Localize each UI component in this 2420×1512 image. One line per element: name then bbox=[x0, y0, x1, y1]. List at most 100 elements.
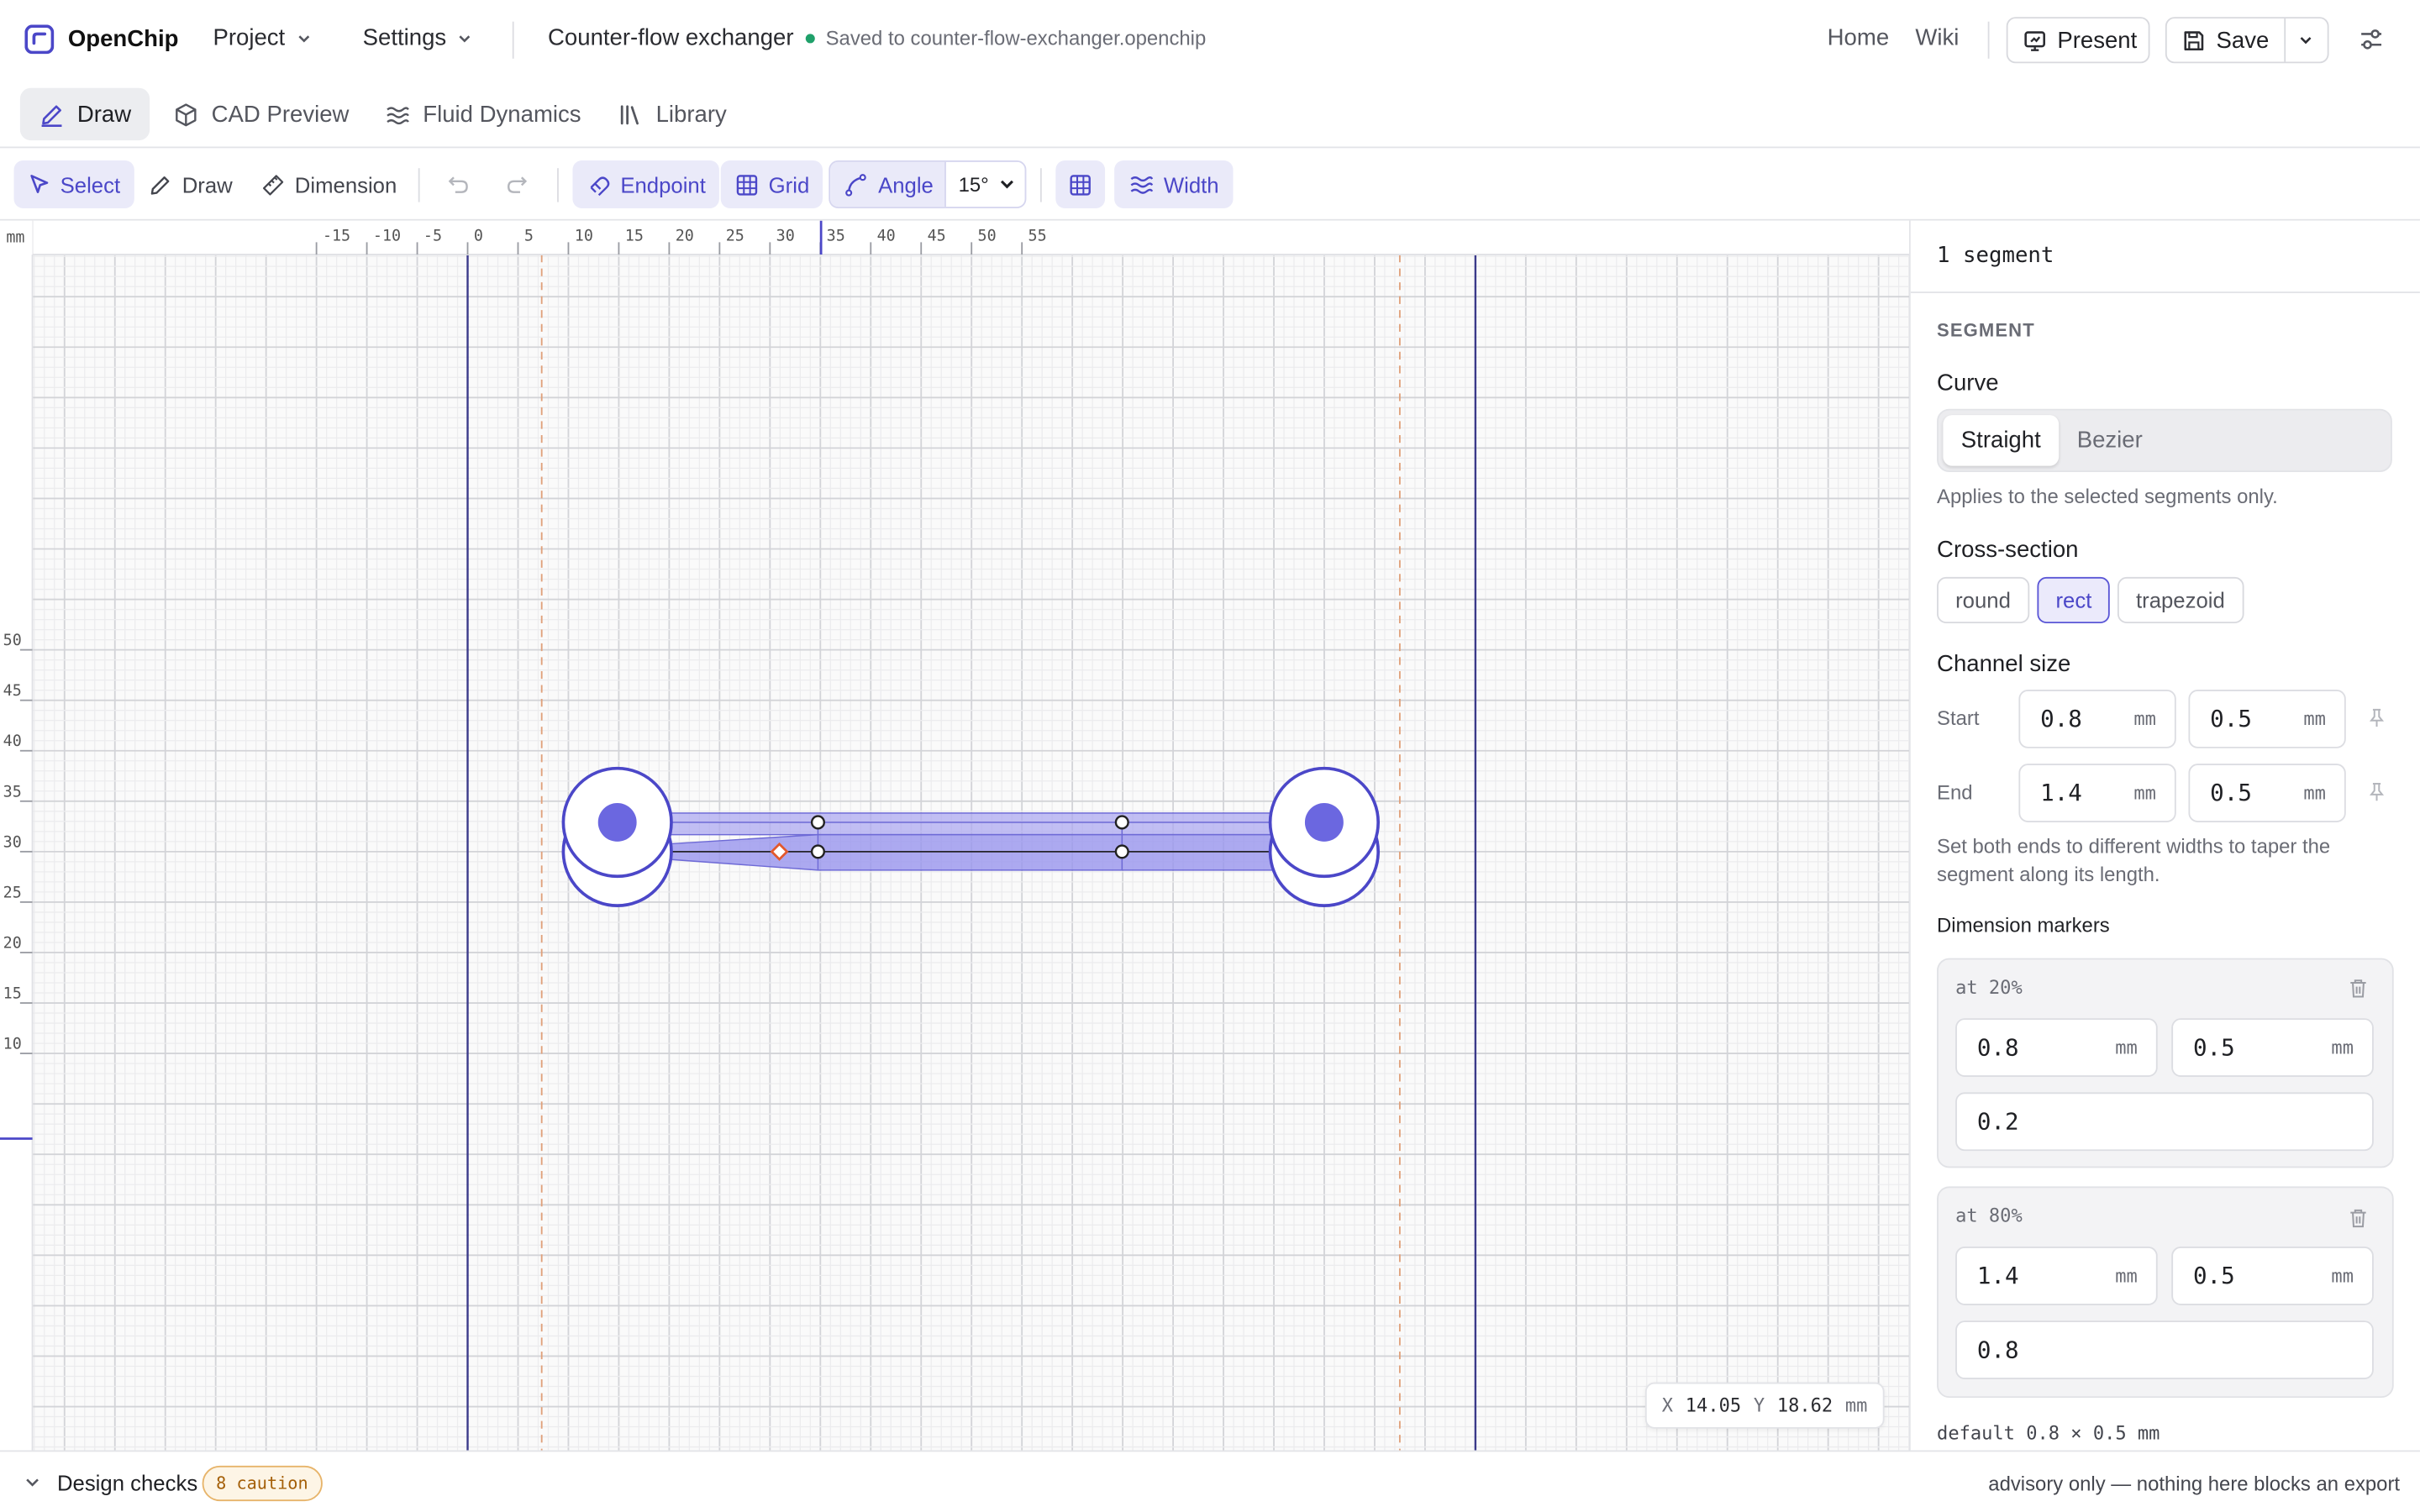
unit-label: mm bbox=[2303, 708, 2326, 730]
start-depth-input[interactable]: 0.5 mm bbox=[2188, 690, 2346, 748]
settings-menu[interactable]: Settings bbox=[362, 24, 475, 51]
books-icon bbox=[618, 101, 644, 127]
end-label: End bbox=[1937, 780, 1973, 804]
pin-icon[interactable] bbox=[2367, 708, 2386, 728]
design-checks-toggle[interactable]: Design checks bbox=[57, 1470, 197, 1494]
unit-label: mm bbox=[2115, 1265, 2138, 1287]
trash-icon[interactable] bbox=[2349, 978, 2367, 998]
app-brand[interactable]: OpenChip bbox=[24, 24, 179, 55]
app-name: OpenChip bbox=[67, 26, 179, 53]
chevron-down-icon[interactable] bbox=[24, 1473, 42, 1492]
sliders-icon[interactable] bbox=[2358, 26, 2384, 52]
present-button[interactable]: Present bbox=[2006, 17, 2150, 64]
end-depth-input[interactable]: 0.5 mm bbox=[2188, 764, 2346, 822]
divider bbox=[418, 168, 420, 202]
redo-icon bbox=[505, 172, 529, 197]
segment-handle bbox=[810, 844, 825, 859]
cross-section-trapezoid[interactable]: trapezoid bbox=[2117, 576, 2244, 624]
marker-position-value: 0.2 bbox=[1976, 1107, 2019, 1136]
cube-icon bbox=[173, 101, 199, 127]
curve-segmented-control: Straight Bezier bbox=[1937, 408, 2392, 473]
tab-fluid-dynamics[interactable]: Fluid Dynamics bbox=[366, 88, 599, 140]
angle-step-value: 15° bbox=[958, 172, 989, 197]
end-width-input[interactable]: 1.4 mm bbox=[2018, 764, 2176, 822]
cross-section-round[interactable]: round bbox=[1937, 576, 2029, 624]
canvas-drawing[interactable]: -15 -10 -5 0 5 10 15 20 25 30 35 40 45 50 55 50 45 40 35 3… bbox=[0, 220, 1911, 1451]
angle-snap-toggle[interactable]: Angle bbox=[830, 161, 945, 207]
end-depth-value: 0.5 bbox=[2210, 779, 2252, 807]
start-width-value: 0.8 bbox=[2040, 705, 2082, 733]
taper-hint: Set both ends to different widths to tap… bbox=[1937, 834, 2331, 886]
divider bbox=[1987, 21, 1990, 59]
angle-step-select[interactable]: 15° bbox=[944, 162, 1025, 207]
save-status: Saved to counter-flow-exchanger.openchip bbox=[805, 26, 1207, 50]
marker-position-input[interactable]: 0.2 bbox=[1955, 1092, 2374, 1152]
pointer-icon bbox=[28, 173, 51, 197]
port-left bbox=[561, 766, 673, 907]
caution-badge[interactable]: 8 caution bbox=[202, 1465, 323, 1502]
ruler-x-tick-label: 0 bbox=[474, 228, 483, 245]
undo-icon bbox=[446, 172, 471, 197]
angle-icon bbox=[844, 172, 869, 197]
present-label: Present bbox=[2057, 27, 2138, 54]
ruler-x-tick-label: -10 bbox=[373, 228, 401, 245]
curve-option-bezier[interactable]: Bezier bbox=[2062, 415, 2158, 466]
advisory-note: advisory only — nothing here blocks an e… bbox=[1988, 1472, 2401, 1495]
tab-library[interactable]: Library bbox=[599, 88, 745, 140]
trash-icon[interactable] bbox=[2349, 1208, 2367, 1228]
project-menu[interactable]: Project bbox=[213, 24, 313, 51]
design-checks-bar: Design checks 8 caution advisory only — … bbox=[0, 1450, 2420, 1512]
ruler-x-tick-label: 50 bbox=[978, 228, 997, 245]
save-status-text: Saved to counter-flow-exchanger.openchip bbox=[825, 26, 1207, 50]
grid-snap-toggle[interactable]: Grid bbox=[720, 160, 823, 208]
draw-tool-button[interactable]: Draw bbox=[134, 160, 246, 208]
dimension-tool-button[interactable]: Dimension bbox=[247, 160, 411, 208]
undo-button[interactable] bbox=[434, 160, 483, 208]
home-link[interactable]: Home bbox=[1828, 24, 1889, 50]
top-bar: OpenChip Project Settings Counter-flow e… bbox=[0, 0, 2420, 81]
unit-label: mm bbox=[2303, 782, 2326, 804]
design-canvas[interactable]: -15 -10 -5 0 5 10 15 20 25 30 35 40 45 50 55 50 45 40 35 3… bbox=[0, 220, 1911, 1451]
channel-network bbox=[667, 812, 1279, 871]
marker-width-value: 1.4 bbox=[1976, 1262, 2019, 1290]
settings-menu-label: Settings bbox=[362, 24, 447, 51]
grid-display-toggle[interactable] bbox=[1055, 160, 1106, 208]
marker-position-input[interactable]: 0.8 bbox=[1955, 1320, 2374, 1380]
marker-width-input[interactable]: 1.4 mm bbox=[1955, 1247, 2158, 1305]
port-right bbox=[1268, 766, 1381, 907]
divider bbox=[557, 168, 559, 202]
wiki-link[interactable]: Wiki bbox=[1915, 24, 1959, 50]
curve-label: Curve bbox=[1937, 370, 1999, 397]
tab-library-label: Library bbox=[655, 101, 727, 128]
document-title[interactable]: Counter-flow exchanger bbox=[548, 24, 794, 50]
segment-handle bbox=[810, 815, 825, 830]
select-tool-button[interactable]: Select bbox=[13, 160, 134, 208]
channel-size-label: Channel size bbox=[1937, 651, 2071, 678]
marker-depth-input[interactable]: 0.5 mm bbox=[2171, 1247, 2374, 1305]
marker-position-label: at 80% bbox=[1955, 1205, 2023, 1227]
tab-draw[interactable]: Draw bbox=[19, 87, 150, 141]
inspector-panel: 1 segment SEGMENT Curve Straight Bezier … bbox=[1910, 220, 2420, 1451]
pin-icon[interactable] bbox=[2367, 782, 2386, 802]
draw-tool-label: Draw bbox=[182, 171, 233, 197]
dimension-marker-card: at 80% 1.4 mm 0.5 mm 0.8 bbox=[1937, 1186, 2394, 1399]
curve-hint: Applies to the selected segments only. bbox=[1937, 484, 2278, 508]
grid-icon bbox=[1068, 172, 1092, 197]
cross-section-rect[interactable]: rect bbox=[2037, 576, 2111, 624]
marker-width-input[interactable]: 0.8 mm bbox=[1955, 1018, 2158, 1078]
width-display-toggle[interactable]: Width bbox=[1114, 160, 1234, 208]
marker-depth-input[interactable]: 0.5 mm bbox=[2171, 1018, 2374, 1078]
dimension-marker-card: at 20% 0.8 mm 0.5 mm 0.2 bbox=[1937, 958, 2394, 1168]
save-button[interactable]: Save bbox=[2217, 27, 2270, 53]
endpoint-snap-toggle[interactable]: Endpoint bbox=[572, 160, 720, 208]
start-width-input[interactable]: 0.8 mm bbox=[2018, 690, 2176, 748]
curve-option-straight[interactable]: Straight bbox=[1943, 415, 2060, 466]
pencil-icon bbox=[148, 172, 172, 197]
redo-button[interactable] bbox=[492, 160, 542, 208]
save-options-chevron-icon[interactable] bbox=[2296, 31, 2315, 50]
ruler-x-tick-label: 15 bbox=[625, 228, 644, 245]
marker-position-label: at 20% bbox=[1955, 976, 2023, 999]
tab-cad-preview[interactable]: CAD Preview bbox=[155, 88, 368, 140]
cursor-x-label: X bbox=[1661, 1394, 1674, 1417]
chevron-down-icon bbox=[294, 29, 313, 47]
